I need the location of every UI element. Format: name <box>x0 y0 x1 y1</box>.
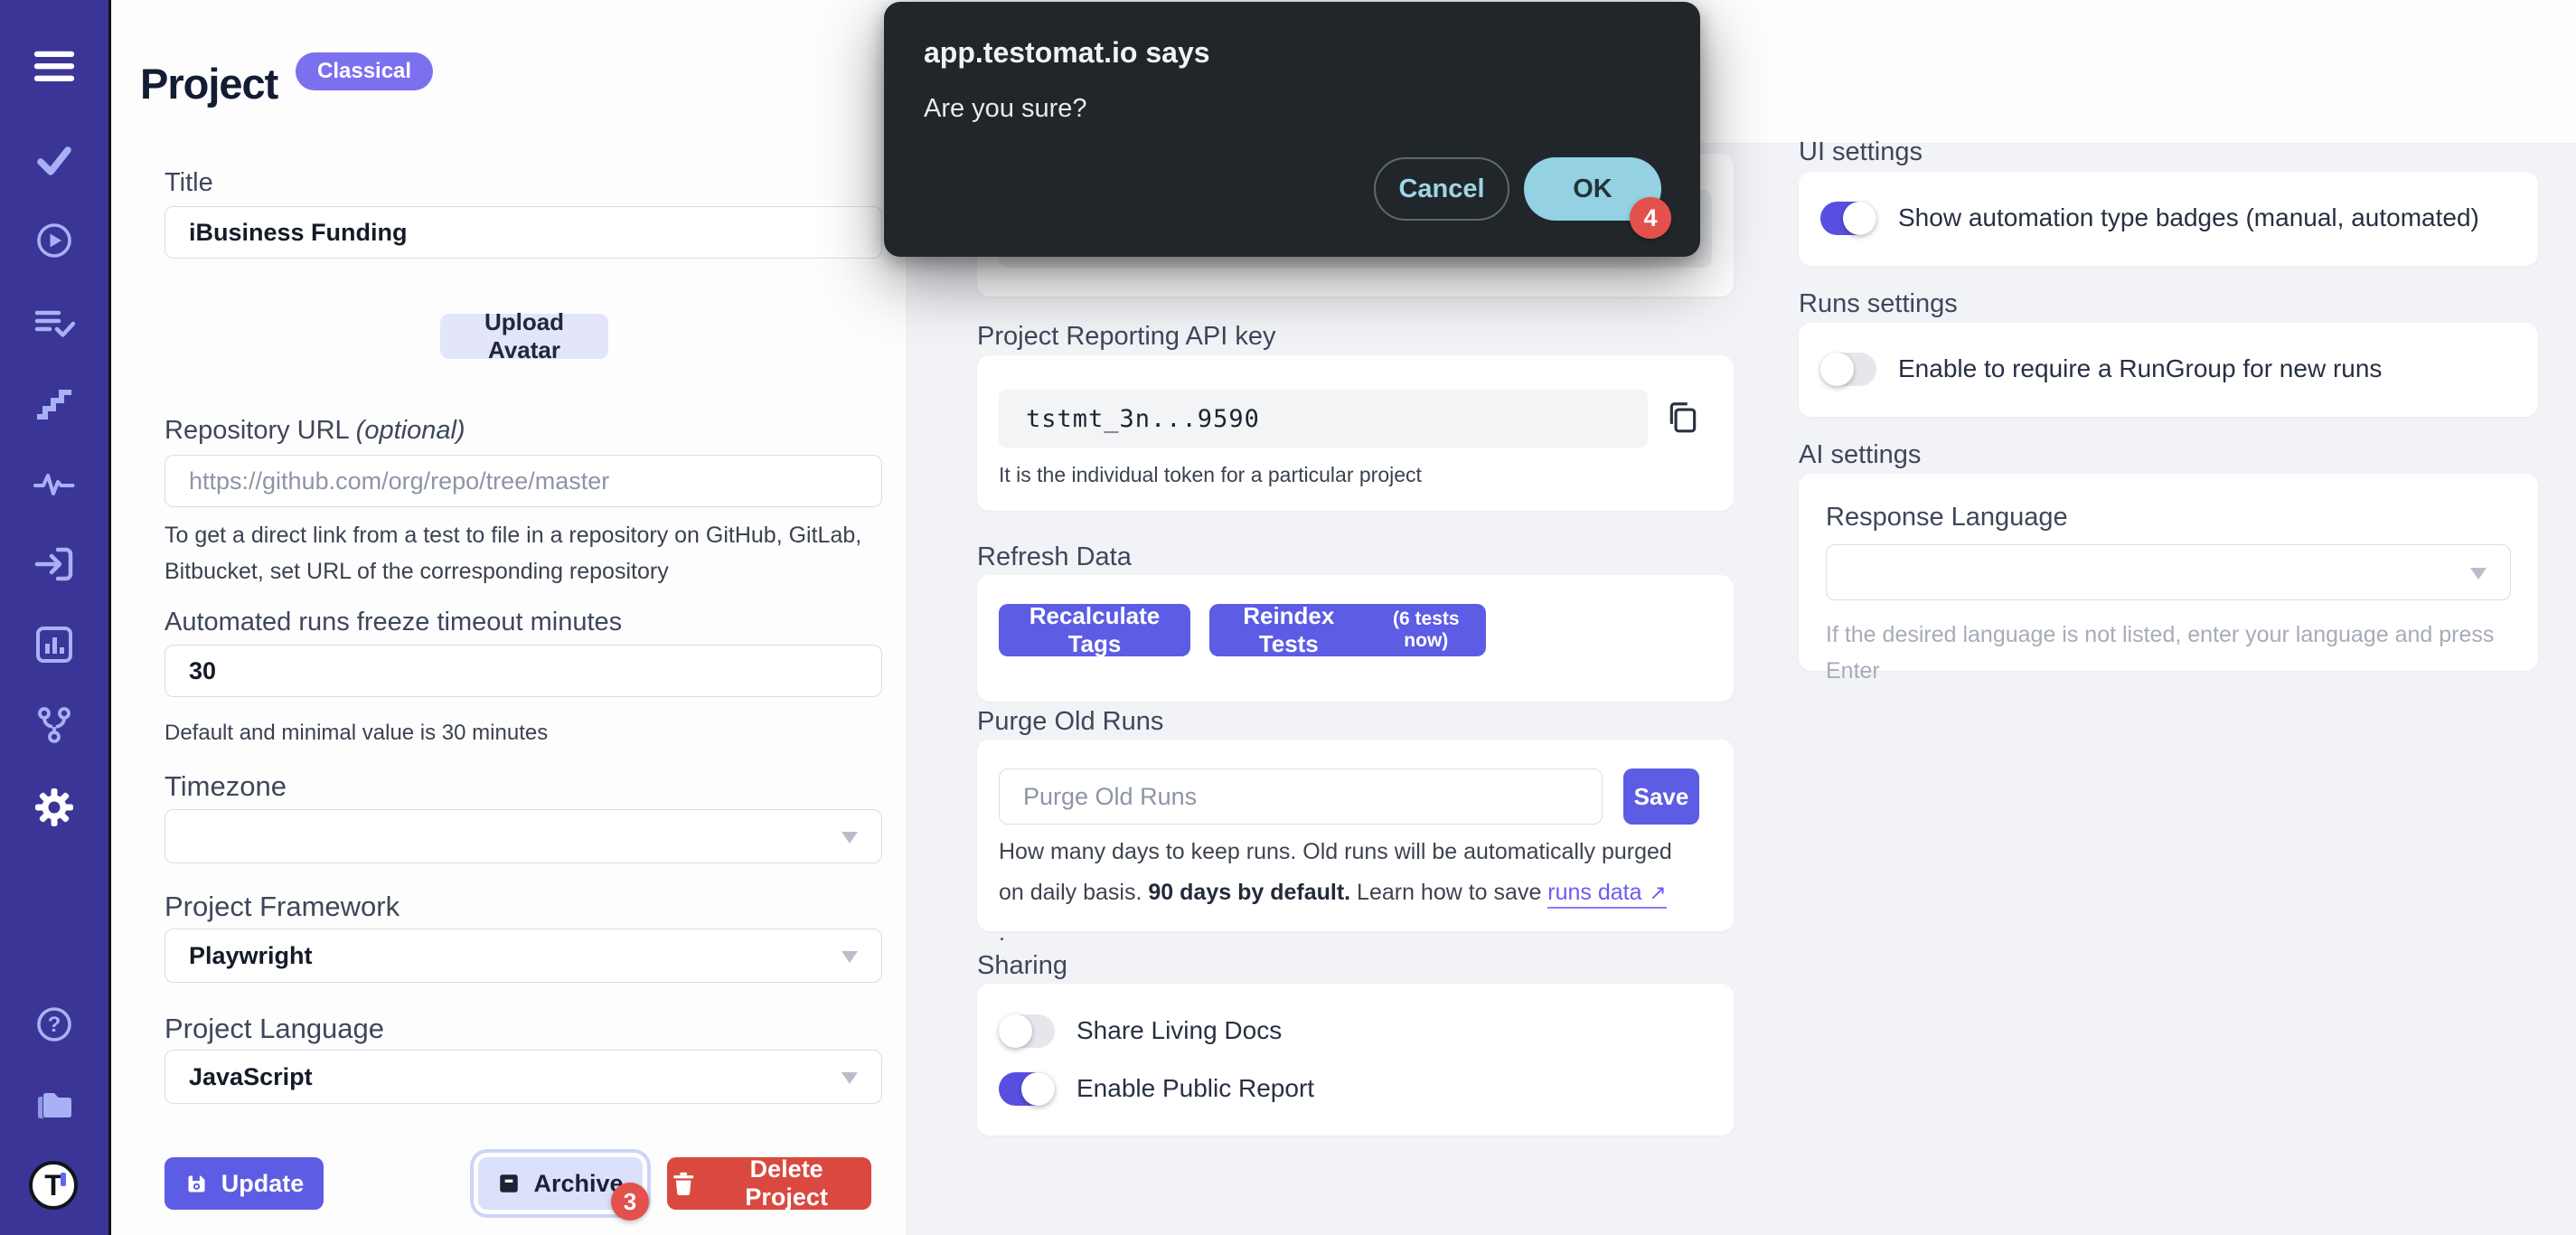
testomat-logo[interactable]: T <box>29 1161 78 1210</box>
page-title: Project <box>140 59 277 108</box>
gear-icon[interactable] <box>33 786 76 829</box>
help-icon[interactable]: ? <box>33 1003 76 1046</box>
dialog-message: Are you sure? <box>924 94 1087 124</box>
purge-old-runs-label: Purge Old Runs <box>977 707 1163 737</box>
timezone-select[interactable] <box>165 809 882 863</box>
runs-settings-label: Runs settings <box>1799 289 1958 319</box>
copy-icon[interactable] <box>1666 397 1700 441</box>
ai-settings-card: Response Language If the desired languag… <box>1799 474 2538 671</box>
title-input[interactable] <box>165 206 882 259</box>
repo-optional-note: (optional) <box>356 416 465 445</box>
purge-help: How many days to keep runs. Old runs wil… <box>999 832 1672 954</box>
trash-icon <box>672 1172 694 1196</box>
recalculate-tags-button[interactable]: Recalculate Tags <box>999 604 1190 656</box>
purge-save-button[interactable]: Save <box>1623 768 1699 825</box>
bar-chart-icon[interactable] <box>33 623 76 666</box>
repo-url-label: Repository URL (optional) <box>165 416 465 446</box>
reindex-note: (6 tests now) <box>1372 608 1481 652</box>
timeout-label: Automated runs freeze timeout minutes <box>165 608 622 637</box>
response-language-label: Response Language <box>1826 503 2068 533</box>
import-icon[interactable] <box>33 542 76 586</box>
repo-url-input[interactable] <box>165 455 882 507</box>
repo-url-help: To get a direct link from a test to file… <box>165 517 897 589</box>
automation-badges-toggle[interactable] <box>1820 202 1876 235</box>
dialog-source: app.testomat.io says <box>924 36 1210 70</box>
chevron-down-icon <box>2470 568 2487 580</box>
share-living-docs-label: Share Living Docs <box>1076 1016 1282 1045</box>
sharing-card: Share Living Docs Enable Public Report <box>977 984 1734 1136</box>
rungroup-toggle[interactable] <box>1820 353 1876 386</box>
rungroup-label: Enable to require a RunGroup for new run… <box>1898 354 2382 383</box>
pulse-icon[interactable] <box>33 462 76 505</box>
ok-annotation-badge: 4 <box>1630 197 1671 239</box>
framework-label: Project Framework <box>165 891 400 923</box>
cancel-button[interactable]: Cancel <box>1374 157 1509 221</box>
reindex-tests-button[interactable]: Reindex Tests (6 tests now) <box>1209 604 1486 656</box>
api-key-label: Project Reporting API key <box>977 322 1275 352</box>
automation-badges-label: Show automation type badges (manual, aut… <box>1898 203 2479 232</box>
timeout-input[interactable] <box>165 645 882 697</box>
classical-badge: Classical <box>296 52 433 90</box>
purge-old-runs-input[interactable] <box>999 768 1603 825</box>
ai-settings-label: AI settings <box>1799 440 1921 470</box>
language-select[interactable]: JavaScript <box>165 1050 882 1104</box>
runs-settings-card: Enable to require a RunGroup for new run… <box>1799 323 2538 417</box>
response-language-select[interactable] <box>1826 544 2511 600</box>
ai-settings-help: If the desired language is not listed, e… <box>1826 617 2538 689</box>
api-key-help: It is the individual token for a particu… <box>999 457 1422 493</box>
upload-avatar-button[interactable]: Upload Avatar <box>440 314 608 359</box>
chevron-down-icon <box>841 1072 858 1084</box>
play-circle-icon[interactable] <box>33 219 76 262</box>
external-link-icon: ↗ <box>1650 881 1667 904</box>
save-icon <box>184 1172 209 1196</box>
enable-public-report-toggle[interactable] <box>999 1072 1055 1106</box>
folders-icon[interactable] <box>33 1083 76 1127</box>
confirm-dialog: app.testomat.io says Are you sure? Cance… <box>884 2 1700 257</box>
framework-select[interactable]: Playwright <box>165 929 882 983</box>
menu-icon[interactable] <box>33 45 76 89</box>
language-label: Project Language <box>165 1013 384 1045</box>
ui-settings-label: UI settings <box>1799 137 1923 167</box>
timezone-label: Timezone <box>165 770 287 803</box>
share-living-docs-toggle[interactable] <box>999 1014 1055 1048</box>
archive-annotation-badge: 3 <box>611 1183 649 1221</box>
app-screen: ? T Project Classical Title Upload Avata… <box>0 0 2576 1235</box>
title-label: Title <box>165 168 213 198</box>
chevron-down-icon <box>841 951 858 963</box>
check-icon[interactable] <box>33 138 76 182</box>
archive-icon <box>497 1172 521 1195</box>
sidebar: ? T <box>0 0 111 1235</box>
sharing-label: Sharing <box>977 951 1067 981</box>
update-button[interactable]: Update <box>165 1157 324 1210</box>
refresh-data-card: Recalculate Tags Reindex Tests (6 tests … <box>977 575 1734 702</box>
purge-old-runs-card: Save How many days to keep runs. Old run… <box>977 740 1734 931</box>
api-key-card: tstmt_3n...9590 It is the individual tok… <box>977 355 1734 511</box>
timeout-help: Default and minimal value is 30 minutes <box>165 715 548 751</box>
ui-settings-card: Show automation type badges (manual, aut… <box>1799 172 2538 266</box>
tasks-check-icon[interactable] <box>33 301 76 344</box>
api-key-value: tstmt_3n...9590 <box>999 390 1648 448</box>
svg-text:?: ? <box>48 1013 61 1037</box>
git-branch-icon[interactable] <box>33 703 76 747</box>
chevron-down-icon <box>841 832 858 844</box>
delete-project-button[interactable]: Delete Project <box>667 1157 871 1210</box>
steps-icon[interactable] <box>33 382 76 425</box>
enable-public-report-label: Enable Public Report <box>1076 1074 1314 1103</box>
runs-data-link[interactable]: runs data↗ <box>1547 880 1667 909</box>
refresh-data-label: Refresh Data <box>977 542 1132 572</box>
